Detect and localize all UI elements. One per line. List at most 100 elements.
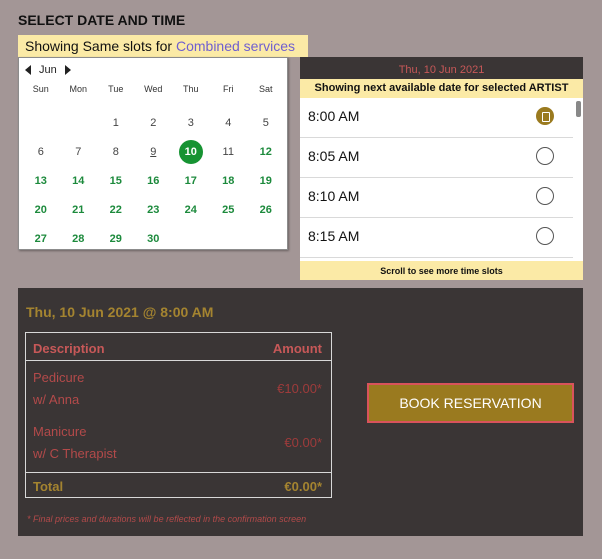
time-slot-label: 8:15 AM — [308, 228, 360, 244]
calendar-day[interactable]: 26 — [247, 196, 285, 225]
day-number: 2 — [150, 117, 157, 129]
day-number: 26 — [259, 204, 272, 216]
day-number: 16 — [147, 175, 160, 187]
calendar-day[interactable]: 17 — [172, 167, 210, 196]
calendar-day[interactable]: 6 — [22, 138, 60, 167]
time-slot-option[interactable]: 8:05 AM — [300, 138, 573, 178]
calendar-day[interactable]: 30 — [135, 225, 173, 254]
day-number: 4 — [225, 117, 232, 129]
service-price: €10.00* — [277, 381, 322, 396]
same-slots-notice: Showing Same slots for Combined services — [18, 35, 308, 57]
time-slot-scrollbar[interactable] — [576, 101, 581, 261]
day-number: 1 — [112, 117, 119, 129]
service-price: €0.00* — [284, 435, 322, 450]
weekday-label: Wed — [144, 84, 163, 94]
time-slot-panel: Thu, 10 Jun 2021 Showing next available … — [300, 57, 583, 280]
total-divider — [26, 472, 331, 473]
calendar-day[interactable]: 2 — [135, 109, 173, 138]
scrollbar-thumb[interactable] — [576, 101, 581, 117]
calendar-day[interactable]: 28 — [60, 225, 98, 254]
calendar-day[interactable]: 7 — [60, 138, 98, 167]
day-number: 15 — [109, 175, 122, 187]
day-number: 11 — [222, 146, 234, 158]
day-number: 12 — [259, 146, 272, 158]
time-slot-option[interactable]: 8:10 AM — [300, 178, 573, 218]
service-artist: w/ C Therapist — [33, 446, 117, 461]
day-number: 14 — [72, 175, 85, 187]
weekday-label: Sat — [258, 84, 273, 94]
day-number: 22 — [109, 204, 122, 216]
weekday-label: Tue — [108, 84, 124, 94]
month-label: Jun — [39, 64, 57, 76]
notice-text: Showing Same slots for — [25, 38, 173, 54]
day-number: 19 — [259, 175, 272, 187]
day-number: 8 — [112, 146, 119, 158]
day-number: 13 — [34, 175, 47, 187]
calendar-day[interactable]: 24 — [172, 196, 210, 225]
calendar-day[interactable]: 11 — [210, 138, 248, 167]
summary-datetime: Thu, 10 Jun 2021 @ 8:00 AM — [26, 304, 214, 320]
calendar-day[interactable]: 12 — [247, 138, 285, 167]
time-slot-option[interactable]: 8:00 AM — [300, 98, 573, 138]
amount-column-header: Amount — [272, 341, 322, 356]
day-number: 28 — [72, 233, 85, 245]
combined-services-link[interactable]: Combined services — [176, 38, 295, 54]
calendar-day[interactable]: 19 — [247, 167, 285, 196]
calendar-day[interactable]: 5 — [247, 109, 285, 138]
day-number: 3 — [187, 117, 194, 129]
day-number: 6 — [37, 146, 44, 158]
calendar-day[interactable]: 15 — [97, 167, 135, 196]
service-artist: w/ Anna — [33, 392, 80, 407]
calendar-empty-cell — [22, 109, 60, 138]
scroll-hint: Scroll to see more time slots — [300, 261, 583, 280]
month-navigation: Jun — [25, 63, 71, 77]
next-month-icon[interactable] — [64, 65, 71, 75]
time-slot-label: 8:00 AM — [308, 108, 360, 124]
day-number: 18 — [222, 175, 235, 187]
day-number: 29 — [109, 233, 122, 245]
calendar-day[interactable]: 13 — [22, 167, 60, 196]
radio-selected-icon[interactable] — [536, 107, 554, 125]
page-title: SELECT DATE AND TIME — [18, 12, 186, 28]
previous-month-icon[interactable] — [25, 65, 31, 75]
calendar-day[interactable]: 27 — [22, 225, 60, 254]
time-slot-option[interactable]: 8:15 AM — [300, 218, 573, 258]
calendar-day[interactable]: 21 — [60, 196, 98, 225]
calendar-day[interactable]: 23 — [135, 196, 173, 225]
calendar-day[interactable]: 16 — [135, 167, 173, 196]
day-number: 23 — [147, 204, 160, 216]
book-reservation-button[interactable]: BOOK RESERVATION — [367, 383, 574, 423]
radio-icon[interactable] — [536, 227, 554, 245]
day-number: 27 — [34, 233, 47, 245]
day-number: 24 — [184, 204, 197, 216]
calendar-day-selected[interactable]: 10 — [172, 138, 210, 167]
service-name: Manicure w/ C Therapist — [33, 421, 117, 465]
calendar-day[interactable]: 3 — [172, 109, 210, 138]
day-number: 17 — [184, 175, 197, 187]
service-name: Pedicure w/ Anna — [33, 367, 84, 411]
time-slot-list[interactable]: 8:00 AM 8:05 AM 8:10 AM 8:15 AM — [300, 98, 583, 258]
day-number: 21 — [72, 204, 85, 216]
radio-icon[interactable] — [536, 147, 554, 165]
weekday-label: Sun — [32, 84, 49, 94]
calendar-day[interactable]: 25 — [210, 196, 248, 225]
time-slot-label: 8:10 AM — [308, 188, 360, 204]
description-column-header: Description — [33, 341, 105, 356]
time-slot-label: 8:05 AM — [308, 148, 360, 164]
calendar-day[interactable]: 8 — [97, 138, 135, 167]
day-number: 25 — [222, 204, 235, 216]
radio-icon[interactable] — [536, 187, 554, 205]
calendar-day[interactable]: 20 — [22, 196, 60, 225]
calendar-day[interactable]: 1 — [97, 109, 135, 138]
calendar-day[interactable]: 18 — [210, 167, 248, 196]
selected-date-header: Thu, 10 Jun 2021 — [300, 57, 583, 79]
calendar-day[interactable]: 14 — [60, 167, 98, 196]
calendar-day[interactable]: 9 — [135, 138, 173, 167]
total-label: Total — [33, 479, 64, 494]
calendar-day[interactable]: 22 — [97, 196, 135, 225]
day-number: 30 — [147, 233, 160, 245]
calendar-day[interactable]: 4 — [210, 109, 248, 138]
calendar-empty-cell — [60, 109, 98, 138]
calendar-day[interactable]: 29 — [97, 225, 135, 254]
day-number: 20 — [34, 204, 47, 216]
